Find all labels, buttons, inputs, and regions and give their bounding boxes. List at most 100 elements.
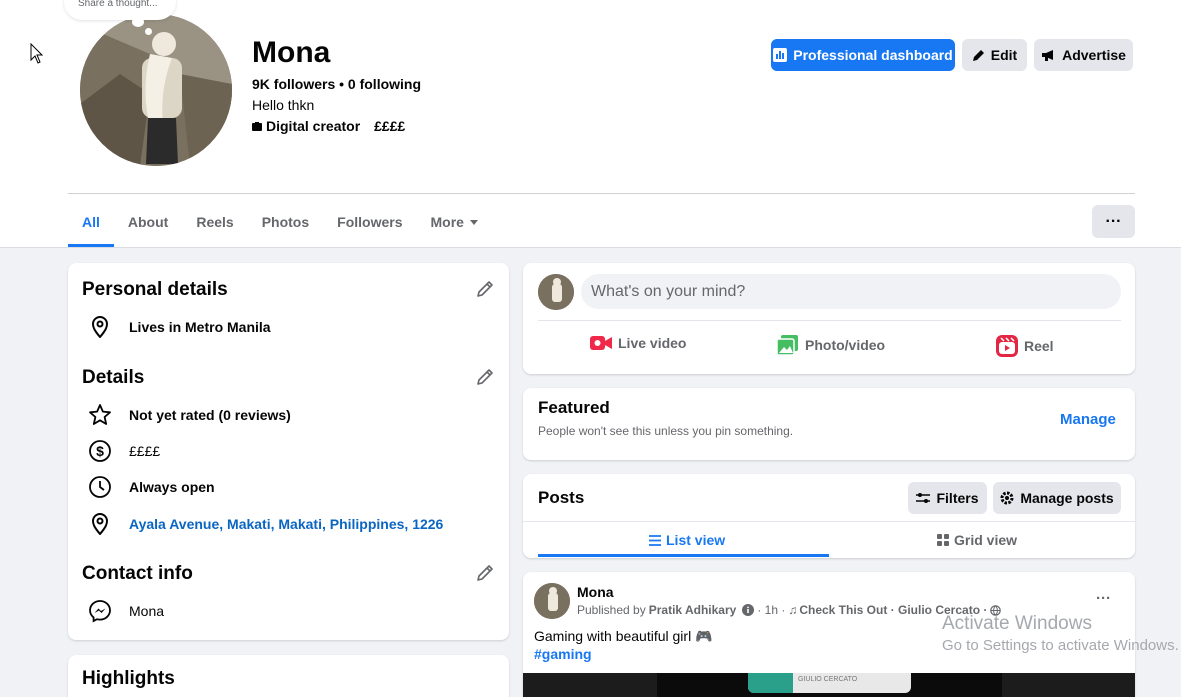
- tab-label: Photos: [261, 214, 310, 230]
- list-view-indicator: [538, 554, 829, 557]
- edit-label: Edit: [990, 47, 1018, 63]
- tab-followers[interactable]: Followers: [323, 200, 416, 244]
- price-range: ££££: [374, 118, 406, 134]
- music-note-icon: ♫: [788, 603, 798, 617]
- address-link[interactable]: Ayala Avenue, Makati, Makati, Philippine…: [129, 516, 443, 532]
- rating-text: Not yet rated (0 reviews): [129, 407, 291, 423]
- price-text: ££££: [129, 443, 161, 459]
- profile-avatar[interactable]: [80, 14, 232, 166]
- advertise-label: Advertise: [1062, 47, 1126, 63]
- intro-card: Personal details Lives in Metro Manila D…: [68, 263, 509, 640]
- activation-watermark-title: Activate Windows: [942, 613, 1092, 634]
- dollar-icon: $: [89, 440, 111, 462]
- hours-row: Always open: [88, 475, 215, 499]
- edit-pencil-icon[interactable]: [475, 279, 495, 299]
- messenger-icon: [89, 600, 111, 623]
- tab-reels[interactable]: Reels: [182, 200, 247, 244]
- list-view-tab[interactable]: List view: [649, 532, 725, 548]
- published-by-prefix: Published by: [577, 603, 646, 617]
- messenger-name: Mona: [129, 603, 165, 619]
- category-icon: [252, 121, 262, 131]
- whats-on-your-mind-input[interactable]: What's on your mind?: [581, 274, 1121, 309]
- grid-icon: [937, 534, 949, 546]
- profile-tabs: All About Reels Photos Followers More: [68, 200, 492, 248]
- manage-posts-label: Manage posts: [1020, 490, 1114, 506]
- post-media-caption: GIULIO CERCATO: [798, 676, 858, 683]
- clock-icon: [89, 476, 111, 498]
- post-time[interactable]: · 1h ·: [757, 603, 785, 617]
- info-icon: [742, 604, 755, 616]
- filters-icon: [916, 493, 931, 503]
- profile-name: Mona: [252, 36, 331, 69]
- professional-dashboard-label: Professional dashboard: [793, 47, 953, 63]
- tab-all[interactable]: All: [68, 200, 114, 247]
- profile-more-options-button[interactable]: ···: [1092, 205, 1135, 238]
- composer-divider: [538, 320, 1121, 321]
- personal-details-title: Personal details: [82, 279, 228, 300]
- publisher-name[interactable]: Pratik Adhikary: [649, 603, 737, 617]
- megaphone-icon: [1042, 49, 1054, 61]
- post-hashtag[interactable]: #gaming: [534, 646, 592, 662]
- details-title: Details: [82, 367, 145, 388]
- photo-video-button[interactable]: Photo/video: [777, 335, 885, 355]
- edit-pencil-icon[interactable]: [475, 367, 495, 387]
- thought-bubble-text: Share a thought...: [78, 0, 158, 9]
- posts-card: Posts Filters Manage posts List view Gri…: [523, 474, 1135, 558]
- reel-button[interactable]: Reel: [996, 335, 1054, 357]
- tab-about[interactable]: About: [114, 200, 182, 244]
- advertise-button[interactable]: Advertise: [1034, 39, 1133, 71]
- mouse-cursor-icon: [30, 43, 44, 64]
- edit-profile-button[interactable]: Edit: [962, 39, 1027, 71]
- tab-label: Followers: [337, 214, 403, 230]
- post-meta: Published by Pratik Adhikary · 1h · ♫ Ch…: [577, 603, 1002, 617]
- posts-divider: [523, 521, 1135, 522]
- filters-button[interactable]: Filters: [908, 482, 987, 514]
- reel-icon: [996, 335, 1018, 357]
- posts-title: Posts: [538, 488, 585, 507]
- post-media[interactable]: GIULIO CERCATO: [523, 673, 1135, 697]
- post-author-avatar[interactable]: [534, 583, 570, 619]
- manage-posts-button[interactable]: Manage posts: [993, 482, 1121, 514]
- tab-more[interactable]: More: [417, 200, 492, 244]
- grid-view-tab[interactable]: Grid view: [937, 532, 1017, 548]
- list-view-label: List view: [666, 532, 726, 548]
- price-row: $ ££££: [88, 439, 160, 463]
- gear-icon: [1000, 491, 1014, 505]
- post-media-logo: [748, 673, 793, 693]
- photo-video-icon: [777, 335, 798, 355]
- profile-category: Digital creator ££££: [252, 118, 405, 134]
- thought-bubble[interactable]: Share a thought...: [64, 0, 176, 20]
- post-options-button[interactable]: ···: [1096, 590, 1111, 607]
- grid-view-label: Grid view: [954, 532, 1018, 548]
- lives-in-row: Lives in Metro Manila: [88, 315, 271, 339]
- post-author[interactable]: Mona: [577, 584, 614, 600]
- rating-row: Not yet rated (0 reviews): [88, 403, 291, 427]
- photo-video-label: Photo/video: [805, 337, 886, 353]
- manage-featured-link[interactable]: Manage: [1060, 411, 1116, 428]
- composer-avatar[interactable]: [538, 274, 574, 310]
- svg-text:$: $: [96, 443, 104, 459]
- caret-down-icon: [469, 219, 478, 225]
- star-icon: [89, 404, 111, 425]
- follow-stats[interactable]: 9K followers • 0 following: [252, 76, 421, 92]
- activation-watermark-subtitle: Go to Settings to activate Windows.: [942, 637, 1179, 654]
- edit-pencil-icon[interactable]: [475, 563, 495, 583]
- professional-dashboard-button[interactable]: Professional dashboard: [771, 39, 955, 71]
- tab-photos[interactable]: Photos: [248, 200, 323, 244]
- lives-in-text: Lives in Metro Manila: [129, 319, 271, 335]
- contact-info-title: Contact info: [82, 563, 193, 584]
- thought-bubble-dot: [132, 17, 144, 27]
- address-row: Ayala Avenue, Makati, Makati, Philippine…: [88, 512, 443, 536]
- messenger-row: Mona: [88, 599, 164, 623]
- location-pin-icon: [91, 316, 109, 338]
- pencil-icon: [972, 49, 984, 61]
- filters-label: Filters: [936, 490, 979, 506]
- featured-card: Featured People won't see this unless yo…: [523, 388, 1135, 460]
- live-video-button[interactable]: Live video: [590, 335, 686, 351]
- header-divider: [68, 193, 1135, 194]
- featured-title: Featured: [538, 398, 610, 417]
- thought-bubble-dot: [145, 28, 152, 35]
- live-video-icon: [590, 336, 612, 350]
- tab-label: About: [127, 214, 169, 230]
- profile-bio: Hello thkn: [252, 97, 315, 113]
